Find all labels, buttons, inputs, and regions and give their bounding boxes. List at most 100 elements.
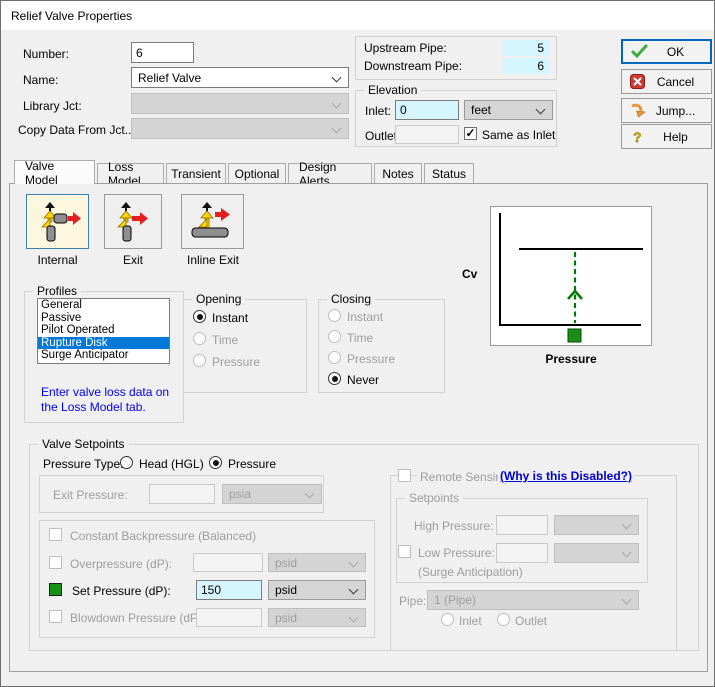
jump-button-label: Jump... <box>655 103 696 118</box>
closing-time-label: Time <box>347 331 374 345</box>
exit-type-label: Exit <box>122 253 143 267</box>
tab-design-alerts[interactable]: Design Alerts <box>288 160 372 188</box>
chevron-down-icon <box>331 98 342 109</box>
copy-data-combo <box>131 118 349 139</box>
overpressure-input <box>193 553 263 572</box>
elevation-unit-value: feet <box>471 103 492 117</box>
library-jct-label: Library Jct: <box>23 99 82 113</box>
valve-type-inline-exit-button[interactable] <box>181 194 244 249</box>
tab-status[interactable]: Status <box>424 163 474 183</box>
set-pressure-indicator <box>49 583 62 596</box>
high-pressure-label: High Pressure: <box>414 519 494 533</box>
closing-never-radio[interactable] <box>328 372 341 385</box>
loss-data-note-line2: the Loss Model tab. <box>41 400 146 414</box>
overpressure-checkbox <box>49 556 62 569</box>
set-pressure-unit-value: psid <box>275 583 298 597</box>
low-pressure-input <box>496 543 548 563</box>
opening-title: Opening <box>192 292 246 306</box>
low-pressure-checkbox <box>398 545 411 558</box>
elevation-unit-combo[interactable]: feet <box>464 100 553 120</box>
pipe-combo: 1 (Pipe) <box>427 590 639 610</box>
pipe-inlet-radio <box>441 613 454 626</box>
opening-time-label: Time <box>212 333 239 347</box>
chevron-down-icon <box>348 584 359 595</box>
cancel-button[interactable]: Cancel <box>621 69 712 94</box>
list-item[interactable]: Passive <box>38 312 169 325</box>
tab-optional[interactable]: Optional <box>228 163 286 183</box>
profiles-title: Profiles <box>33 284 82 298</box>
pressure-radio[interactable] <box>209 456 222 469</box>
chevron-down-icon <box>348 612 359 622</box>
list-item[interactable]: Surge Anticipator <box>38 349 169 362</box>
chevron-down-icon <box>348 557 359 567</box>
list-item[interactable]: General <box>38 299 169 312</box>
opening-instant-label: Instant <box>212 311 249 325</box>
list-item[interactable]: Pilot Operated <box>38 324 169 337</box>
same-as-inlet-checkbox[interactable]: ✓ <box>464 127 477 140</box>
downstream-pipe-label: Downstream Pipe: <box>364 59 463 73</box>
chevron-down-icon <box>304 488 315 499</box>
valve-type-internal-button[interactable] <box>26 194 89 249</box>
overpressure-label: Overpressure (dP): <box>70 557 173 571</box>
inlet-elevation-input[interactable] <box>395 100 459 120</box>
valve-type-exit-button[interactable] <box>104 194 162 249</box>
constant-backpressure-label: Constant Backpressure (Balanced) <box>70 529 257 543</box>
ok-button-label: OK <box>666 44 685 59</box>
setpoints-title: Setpoints <box>405 491 464 505</box>
library-jct-combo <box>131 93 349 114</box>
jump-button[interactable]: Jump... <box>621 98 712 123</box>
high-pressure-unit-combo <box>554 515 639 535</box>
list-item-selected[interactable]: Rupture Disk <box>38 336 169 350</box>
ok-button[interactable]: OK <box>621 39 712 64</box>
profiles-listbox[interactable]: General Passive Pilot Operated Rupture D… <box>37 298 170 364</box>
radio-dot <box>212 459 219 466</box>
internal-type-label: Internal <box>37 253 78 267</box>
closing-pressure-label: Pressure <box>347 352 396 366</box>
tab-notes[interactable]: Notes <box>374 163 422 183</box>
head-hgl-radio[interactable] <box>120 456 133 469</box>
help-button-label: Help <box>663 129 688 144</box>
tab-valve-model[interactable]: Valve Model <box>14 159 95 187</box>
constant-backpressure-checkbox <box>49 528 62 541</box>
radio-dot <box>196 313 203 320</box>
low-pressure-label: Low Pressure: <box>418 546 495 560</box>
number-input[interactable] <box>131 42 194 63</box>
upstream-pipe-label: Upstream Pipe: <box>364 41 447 55</box>
chevron-down-icon <box>331 123 342 134</box>
downstream-pipe-value: 6 <box>503 58 549 74</box>
outlet-elevation-input <box>395 125 459 144</box>
chevron-down-icon <box>621 547 632 558</box>
help-button[interactable]: ? Help <box>621 124 712 149</box>
window-title: Relief Valve Properties <box>11 8 133 23</box>
closing-pressure-radio <box>328 351 341 364</box>
set-pressure-label: Set Pressure (dP): <box>72 584 171 598</box>
low-pressure-unit-combo <box>554 543 639 563</box>
pipe-inlet-label: Inlet <box>459 614 482 628</box>
name-combo[interactable]: Relief Valve <box>131 67 349 88</box>
internal-valve-icon <box>40 201 81 241</box>
closing-instant-radio <box>328 309 341 322</box>
overpressure-unit-combo: psid <box>268 553 366 572</box>
overpressure-unit-value: psid <box>275 555 298 570</box>
loss-data-note-line1: Enter valve loss data on <box>41 385 170 399</box>
inline-exit-type-label: Inline Exit <box>186 253 240 267</box>
high-pressure-input <box>496 515 548 535</box>
help-question-icon: ? <box>630 129 648 145</box>
radio-dot <box>331 375 338 382</box>
tab-loss-model[interactable]: Loss Model <box>97 160 164 188</box>
why-disabled-link[interactable]: (Why is this Disabled?) <box>498 469 635 483</box>
check-icon: ✓ <box>465 126 476 140</box>
name-combo-value: Relief Valve <box>138 70 202 85</box>
set-pressure-unit-combo[interactable]: psid <box>268 580 366 600</box>
blowdown-pressure-checkbox <box>49 610 62 623</box>
inlet-label: Inlet: <box>365 104 392 118</box>
tab-transient[interactable]: Transient <box>166 163 226 183</box>
pipe-combo-value: 1 (Pipe) <box>434 593 477 607</box>
closing-time-radio <box>328 330 341 343</box>
elevation-title: Elevation <box>364 83 422 97</box>
blowdown-unit-combo: psid <box>268 608 366 627</box>
surge-anticipation-label: (Surge Anticipation) <box>418 565 523 579</box>
chart-ylabel: Cv <box>462 267 478 281</box>
set-pressure-input[interactable] <box>196 580 262 600</box>
opening-instant-radio[interactable] <box>193 310 206 323</box>
